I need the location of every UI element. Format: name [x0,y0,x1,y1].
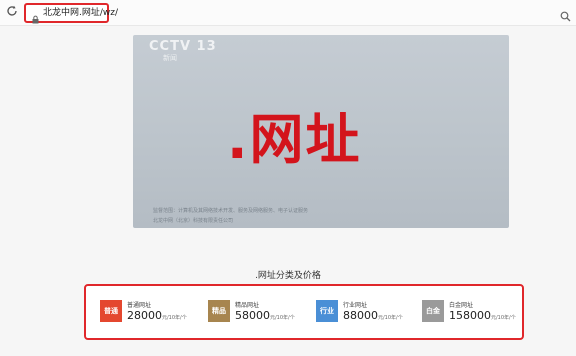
tier-badge-icon: 白金 [422,300,444,322]
tier-price-value: 28000 [127,309,162,322]
channel-logo: CCTV 13 新闻 [149,39,229,65]
tier-price-unit: 元/10年/个 [270,315,295,321]
promo-fine-print: 监督范围：计算机及其网络技术开发、服务及网络服务、电子认证服务 [153,208,309,214]
tier-name: 白金网址 [449,302,474,309]
tier-badge-icon: 普通 [100,300,122,322]
tier-badge-icon: 行业 [316,300,338,322]
tier-name: 精品网址 [235,302,260,309]
tier-price-unit: 元/10年/个 [378,315,403,321]
section-title: .网址分类及价格 [255,271,321,281]
reload-icon[interactable] [4,5,20,21]
lock-icon [31,9,40,24]
pricing-panel: 普通 普通网址 28000元/10年/个 精品 精品网址 58000元/10年/… [84,284,524,340]
channel-logo-text: CCTV 13 [149,39,217,54]
tier-price-value: 158000 [449,309,491,322]
search-icon[interactable] [560,7,571,22]
browser-toolbar: 北龙中网.网址/wz/ [0,0,576,26]
channel-logo-sub: 新闻 [163,54,177,62]
tier-price: 28000元/10年/个 [127,309,187,322]
headline-text: .网址 [227,108,362,171]
tier-price: 158000元/10年/个 [449,309,516,322]
tier-price: 58000元/10年/个 [235,309,295,322]
tier-price-value: 58000 [235,309,270,322]
tier-price-unit: 元/10年/个 [491,315,516,321]
tier-item[interactable]: 普通 普通网址 28000元/10年/个 [100,300,200,328]
tier-item[interactable]: 白金 白金网址 158000元/10年/个 [422,300,522,328]
tier-price-value: 88000 [343,309,378,322]
tier-item[interactable]: 精品 精品网址 58000元/10年/个 [208,300,308,328]
promo-fine-print: 北龙中网（北京）科技有限责任公司 [153,218,234,224]
address-bar[interactable]: 北龙中网.网址/wz/ [24,3,118,24]
promo-banner: CCTV 13 新闻 .网址 监督范围：计算机及其网络技术开发、服务及网络服务、… [133,35,509,228]
tier-price-unit: 元/10年/个 [162,315,187,321]
tier-name: 行业网址 [343,302,368,309]
url-text: 北龙中网.网址/wz/ [43,8,119,18]
tier-name: 普通网址 [127,302,152,309]
tier-price: 88000元/10年/个 [343,309,403,322]
tier-badge-icon: 精品 [208,300,230,322]
tier-item[interactable]: 行业 行业网址 88000元/10年/个 [316,300,416,328]
